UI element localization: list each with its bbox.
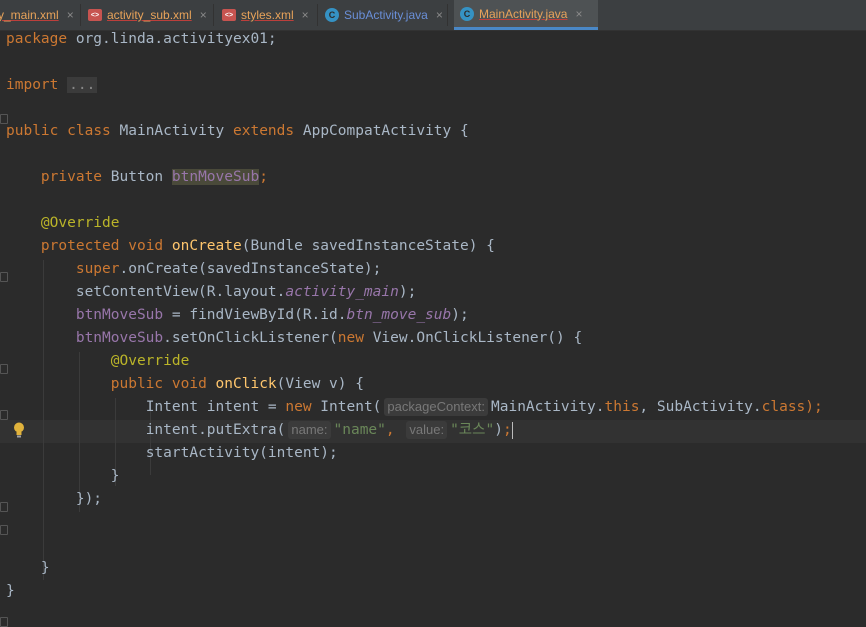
code-line: protected void onCreate(Bundle savedInst… [40,238,495,254]
tab-subactivity-java[interactable]: C SubActivity.java × [325,0,448,30]
tab-label: MainActivity.java [479,6,568,21]
tab-label: activity_sub.xml [107,8,192,22]
tab-activity-main-xml[interactable]: y_main.xml × [0,0,81,30]
editor-tab-bar: y_main.xml × <> activity_sub.xml × <> st… [0,0,866,31]
parameter-hint: packageContext: [384,398,488,416]
code-line: super.onCreate(savedInstanceState); [75,261,382,277]
code-line: @Override [40,215,120,231]
code-line: }); [75,491,103,507]
code-line: } [110,468,120,484]
tab-styles-xml[interactable]: <> styles.xml × [222,0,318,30]
tab-activity-sub-xml[interactable]: <> activity_sub.xml × [88,0,214,30]
fold-marker-icon[interactable] [0,617,8,627]
tab-label: styles.xml [241,8,294,22]
code-line: } [6,583,15,599]
tab-mainactivity-java[interactable]: C MainActivity.java × [454,0,598,30]
xml-file-icon: <> [88,9,102,21]
code-line: btnMoveSub.setOnClickListener(new View.O… [75,330,583,346]
close-icon[interactable]: × [575,7,582,21]
xml-file-icon: <> [222,9,236,21]
code-editor[interactable]: package org.linda.activityex01; import .… [0,30,866,627]
tab-label: SubActivity.java [344,8,428,22]
text-cursor [511,421,513,439]
code-line: import ... [6,77,98,93]
java-class-icon: C [325,8,339,22]
java-class-icon: C [460,6,474,21]
close-icon[interactable]: × [302,8,309,22]
code-line: public class MainActivity extends AppCom… [6,123,469,139]
code-line: public void onClick(View v) { [110,376,364,392]
code-line: intent.putExtra(name: "name", value: "코스")… [145,421,513,439]
fold-marker-icon[interactable] [0,525,8,535]
code-line: package org.linda.activityex01; [6,31,277,47]
parameter-hint: name: [288,421,331,439]
folded-imports[interactable]: ... [67,77,98,93]
code-line: startActivity(intent); [145,445,338,461]
tab-label: y_main.xml [0,8,59,22]
code-line: } [40,560,50,576]
close-icon[interactable]: × [200,8,207,22]
code-line: Intent intent = new Intent(packageContex… [145,398,823,416]
close-icon[interactable]: × [67,8,74,22]
close-icon[interactable]: × [436,8,443,22]
code-line: @Override [110,353,190,369]
code-line: btnMoveSub = findViewById(R.id.btn_move_… [75,307,469,323]
code-line: private Button btnMoveSub; [40,169,268,185]
code-line: setContentView(R.layout.activity_main); [75,284,417,300]
parameter-hint: value: [406,421,448,439]
